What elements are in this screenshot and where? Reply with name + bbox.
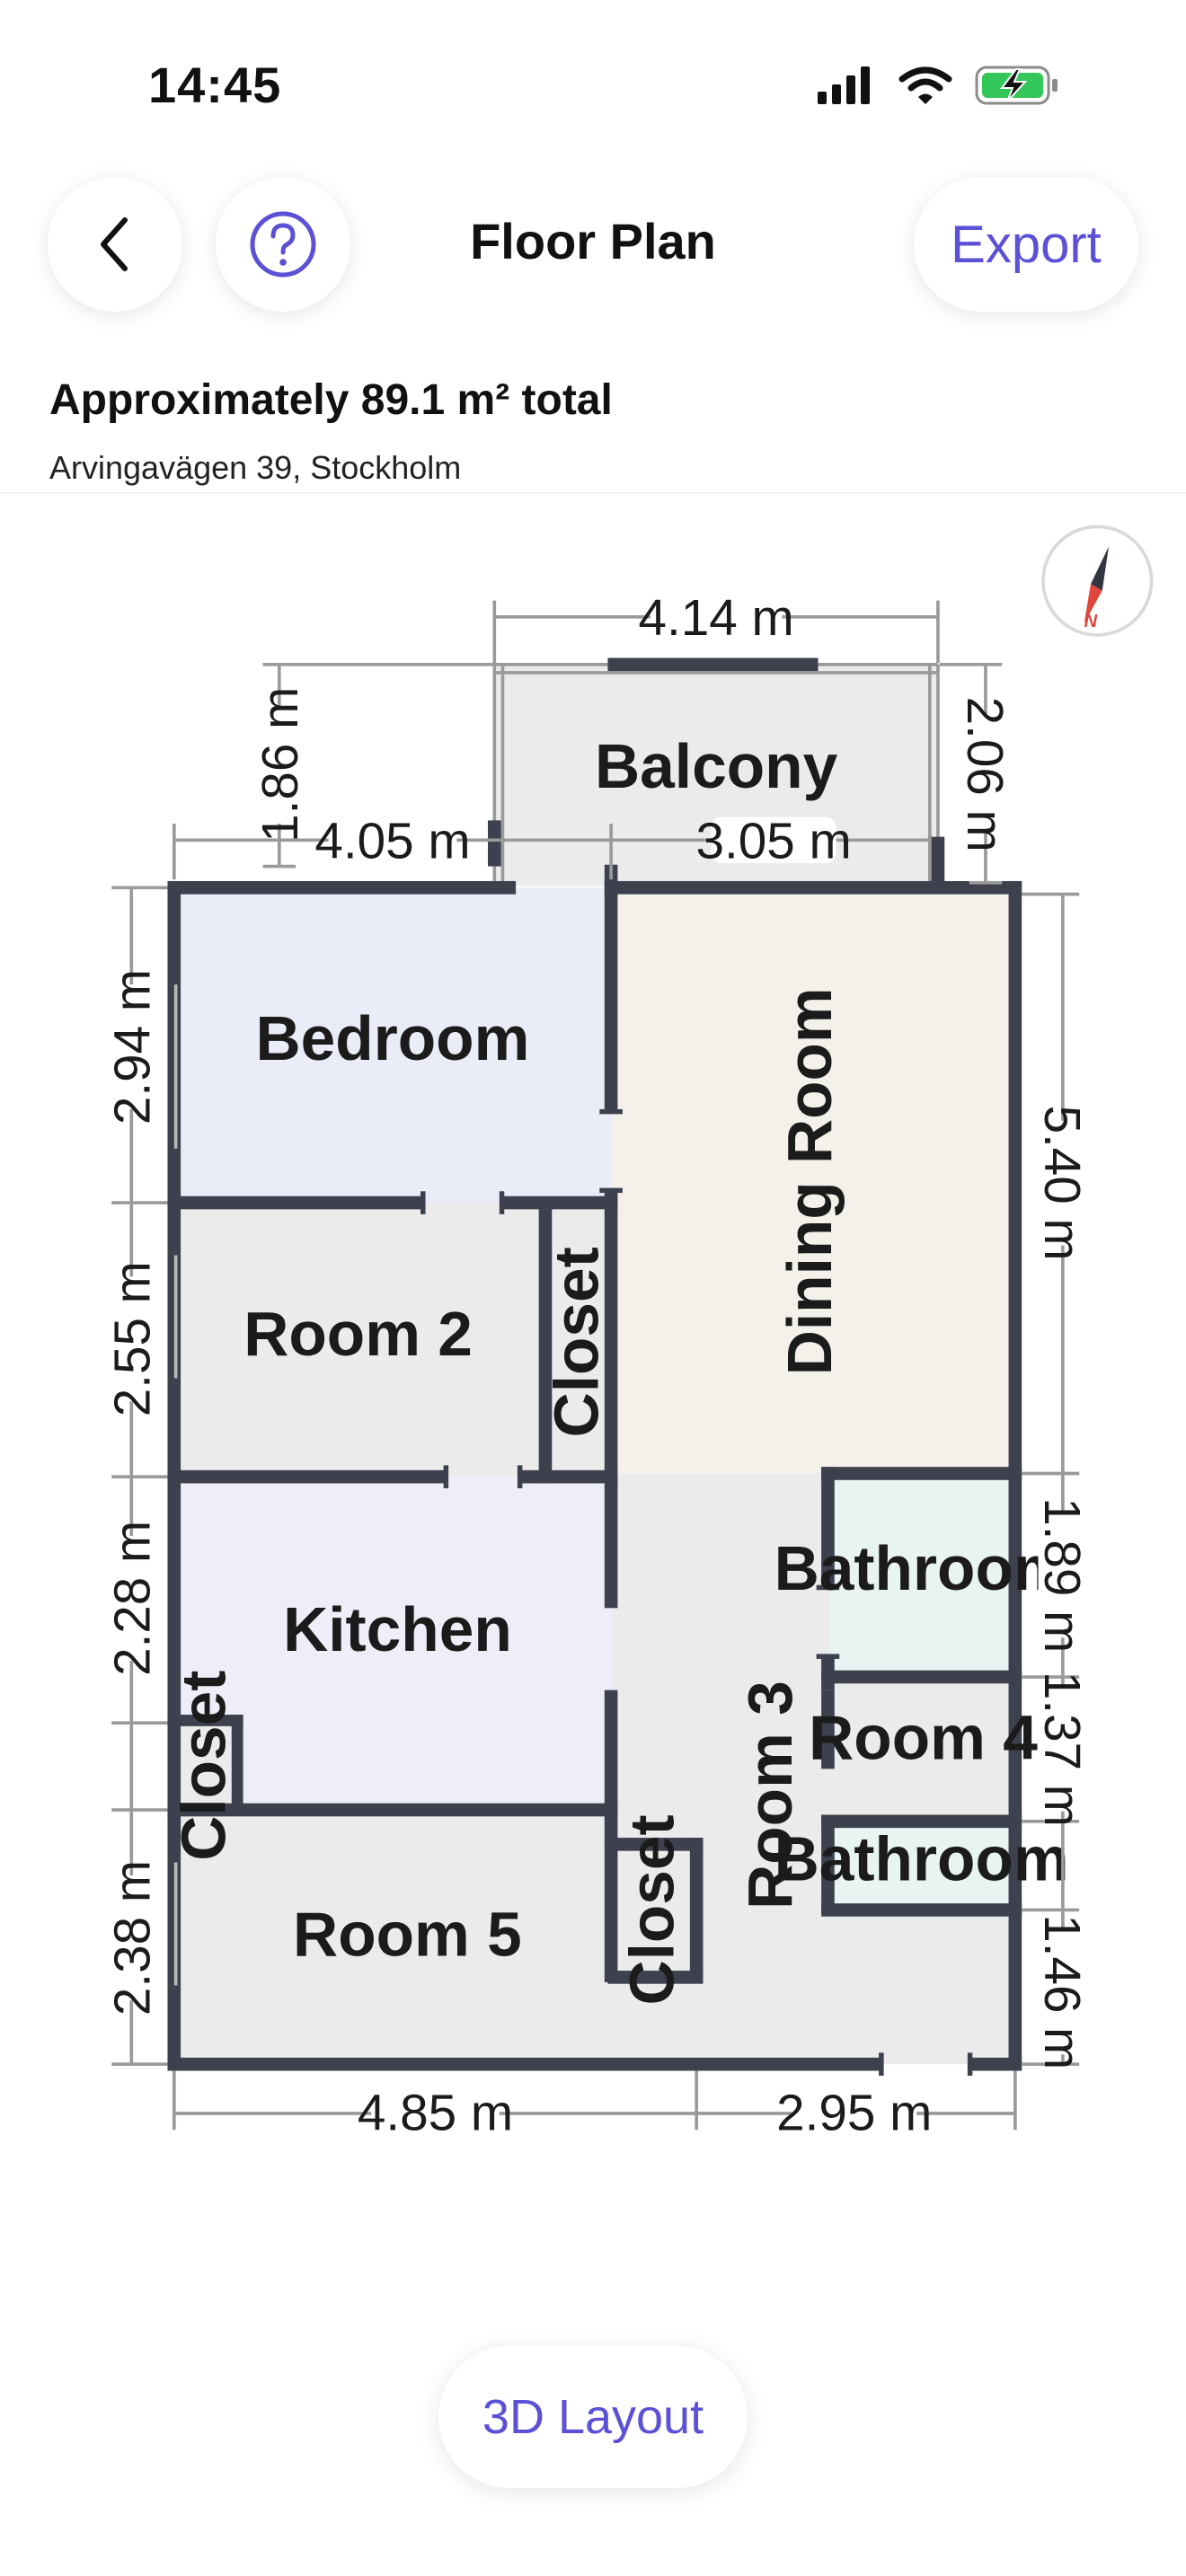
room-label-closet-c: Closet <box>617 1814 687 2005</box>
dim-label-right-3: 1.37 m <box>1033 1672 1090 1827</box>
dim-label-left-3: 2.28 m <box>104 1521 161 1676</box>
dim-label-bottom-right: 2.95 m <box>776 2085 932 2141</box>
back-button[interactable] <box>48 177 182 312</box>
room-label-bathroom-a: Bathroom <box>774 1533 1069 1603</box>
status-bar: 14:45 <box>0 0 1186 171</box>
3d-layout-button[interactable]: 3D Layout <box>438 2346 748 2488</box>
room-label-dining-room: Dining Room <box>774 987 845 1375</box>
dim-label-left-1: 2.94 m <box>104 969 161 1125</box>
export-button[interactable]: Export <box>914 177 1138 312</box>
room-label-closet-b: Closet <box>168 1671 238 1861</box>
dim-label-left-4: 2.38 m <box>104 1860 161 2016</box>
balcony-wall <box>607 657 819 672</box>
dim-label-top-right: 3.05 m <box>695 813 851 869</box>
status-time: 14:45 <box>148 57 282 113</box>
dim-label-left-2: 2.55 m <box>104 1261 161 1416</box>
page-title: Floor Plan <box>470 213 716 269</box>
area-summary: Approximately 89.1 m² total <box>49 376 613 424</box>
room-label-closet-a: Closet <box>541 1247 611 1437</box>
battery-charging-icon <box>975 66 1058 105</box>
room-label-bathroom-b: Bathroom <box>774 1824 1069 1894</box>
compass-north-glyph: N <box>1084 612 1098 631</box>
wifi-icon <box>898 66 952 104</box>
dim-label-balcony-depth: 2.06 m <box>956 697 1013 852</box>
chevron-left-icon <box>101 217 128 271</box>
room-label-bedroom: Bedroom <box>256 1003 530 1073</box>
status-icons <box>818 66 1058 105</box>
floor-plan[interactable]: Balcony Bedroom Room 2 Closet Dining Roo… <box>0 492 1186 2199</box>
dim-label-right-1: 5.40 m <box>1033 1106 1090 1261</box>
room-label-balcony: Balcony <box>595 731 838 801</box>
question-circle-icon <box>250 211 316 278</box>
dim-label-top-left: 4.05 m <box>314 813 470 869</box>
balcony-wall <box>931 836 945 887</box>
room-label-kitchen: Kitchen <box>283 1594 512 1664</box>
room-label-room4: Room 4 <box>809 1702 1038 1772</box>
dim-label-balcony-width: 4.14 m <box>639 590 794 647</box>
dim-label-right-2: 1.89 m <box>1033 1497 1090 1653</box>
compass-button[interactable]: N <box>1041 525 1154 637</box>
balcony-wall <box>487 820 501 867</box>
help-button[interactable] <box>216 177 350 312</box>
dim-label-balcony-offset: 1.86 m <box>252 687 309 842</box>
dim-label-bottom-left: 4.85 m <box>358 2085 513 2141</box>
cellular-signal-icon <box>818 66 870 104</box>
address: Arvingavägen 39, Stockholm <box>49 449 462 486</box>
room-label-room2: Room 2 <box>243 1299 473 1369</box>
room-label-room5: Room 5 <box>293 1900 522 1970</box>
dim-label-right-4: 1.46 m <box>1033 1914 1090 2069</box>
